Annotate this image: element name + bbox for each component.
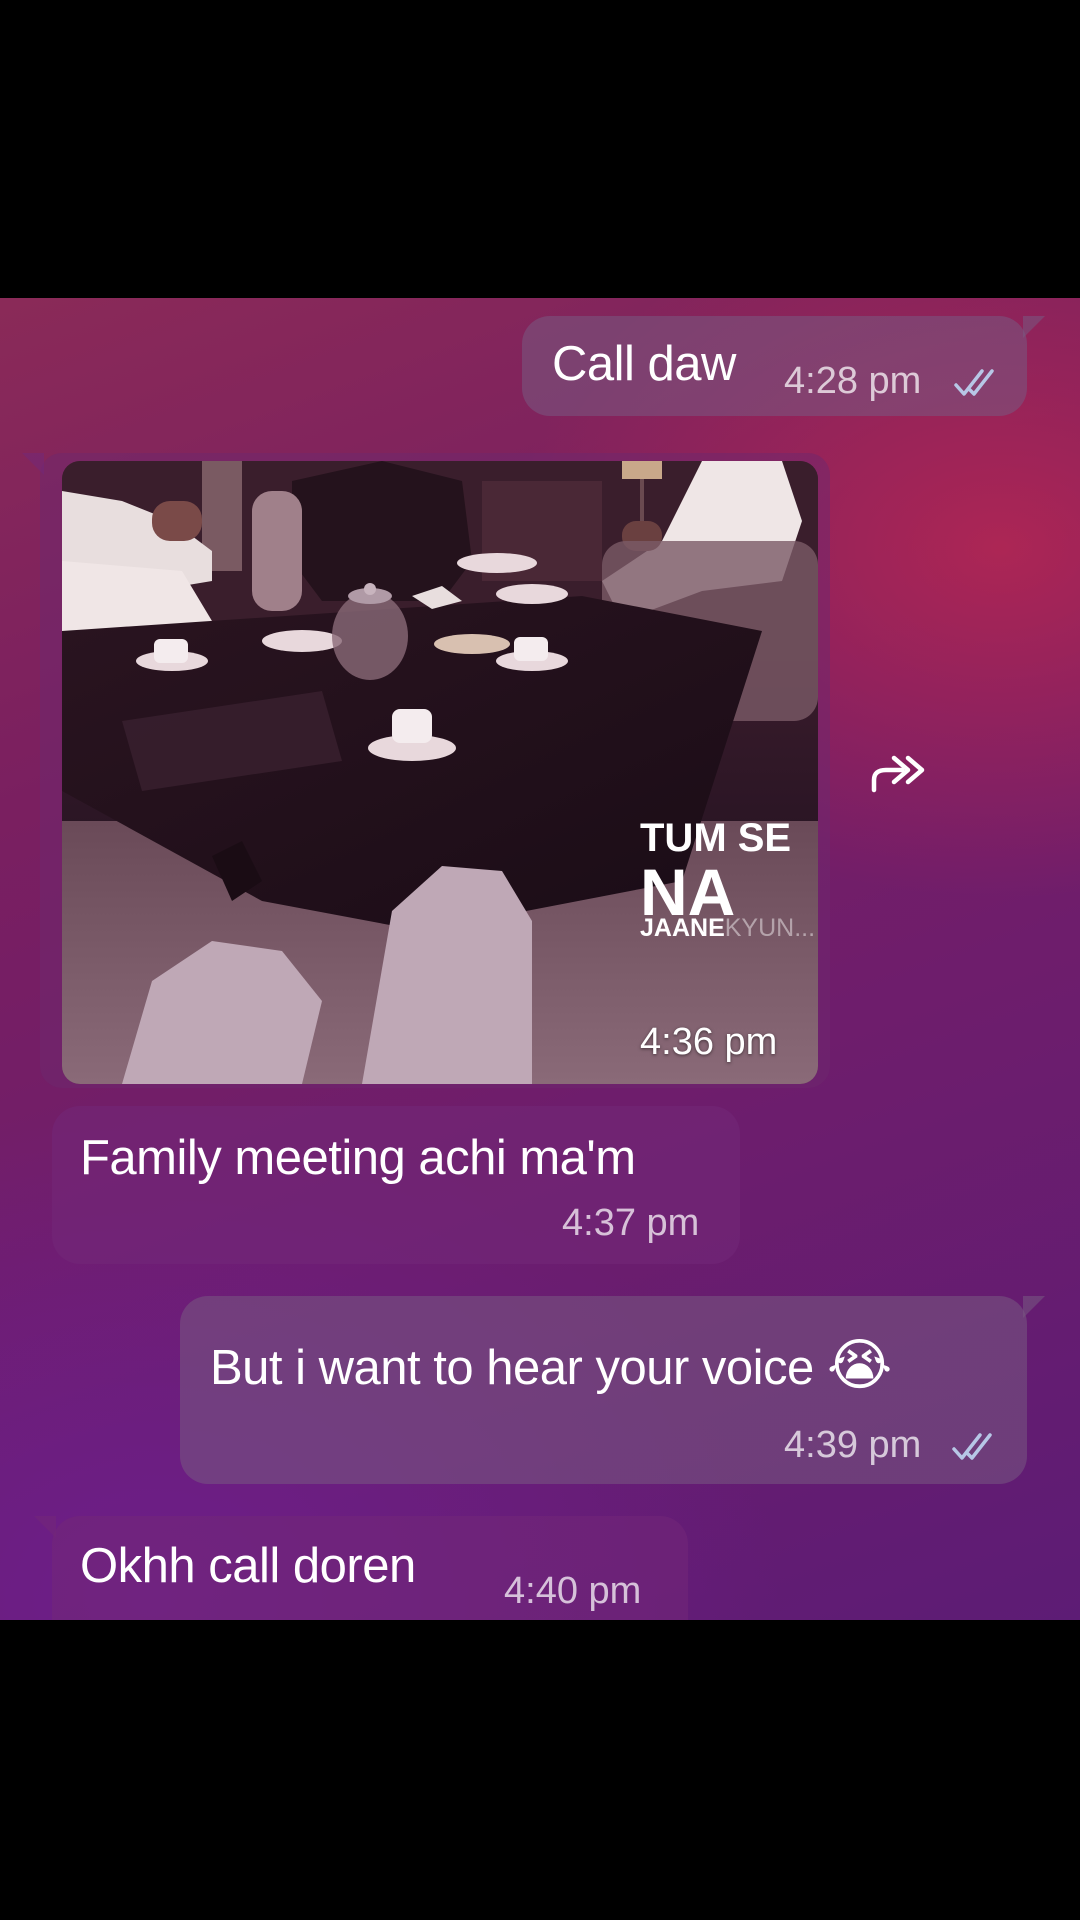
- double-check-icon: [954, 369, 994, 396]
- message-text-content: But i want to hear your voice: [210, 1341, 814, 1395]
- chat-area[interactable]: Call daw 4:28 pm TUM SE NA JAANEKYUN... …: [0, 298, 1080, 1620]
- overlay-text-line3: JAANEKYUN...: [640, 916, 815, 941]
- message-text: Family meeting achi ma'm: [80, 1131, 636, 1185]
- photo-time: 4:36 pm: [640, 1021, 778, 1063]
- overlay-text-line1: TUM SE: [640, 816, 792, 860]
- photo-scene: [62, 461, 818, 1084]
- message-bubble-incoming[interactable]: Okhh call doren 4:40 pm: [34, 1516, 688, 1620]
- overlay-text-jaane: JAANE: [640, 914, 725, 942]
- message-bubble-outgoing[interactable]: Call daw 4:28 pm: [522, 316, 1045, 416]
- double-check-icon: [952, 1433, 992, 1460]
- screen: Call daw 4:28 pm TUM SE NA JAANEKYUN... …: [0, 0, 1080, 1920]
- forward-icon[interactable]: [868, 746, 932, 802]
- message-text: Okhh call doren: [80, 1539, 416, 1593]
- message-text: But i want to hear your voice 😭: [210, 1332, 892, 1398]
- message-text: Call daw: [552, 337, 736, 391]
- crying-emoji: 😭: [826, 1333, 892, 1396]
- message-bubble-outgoing[interactable]: But i want to hear your voice 😭 4:39 pm: [180, 1296, 1045, 1484]
- message-time: 4:40 pm: [504, 1570, 642, 1612]
- message-time: 4:39 pm: [784, 1424, 922, 1466]
- overlay-text-kyun: KYUN...: [724, 914, 816, 942]
- message-bubble-photo[interactable]: TUM SE NA JAANEKYUN... 4:36 pm: [22, 453, 830, 1088]
- message-time: 4:37 pm: [562, 1202, 700, 1244]
- shared-photo[interactable]: TUM SE NA JAANEKYUN... 4:36 pm: [62, 461, 818, 1084]
- message-bubble-incoming[interactable]: Family meeting achi ma'm 4:37 pm: [52, 1106, 740, 1264]
- message-time: 4:28 pm: [784, 360, 922, 402]
